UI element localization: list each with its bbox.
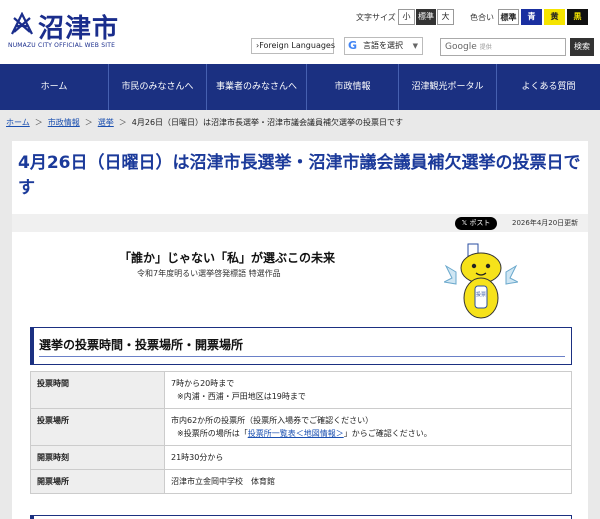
table-cell: 市内62か所の投票所（投票所入場券でご確認ください） ※投票所の場所は「投票所一覧… xyxy=(164,408,572,446)
polling-place-list-link[interactable]: 投票所一覧表＜地図情報＞ xyxy=(248,429,344,438)
breadcrumb-separator: ＞ xyxy=(84,118,93,127)
election-info-table: 投票時間 7時から20時まで ※内浦・西浦・戸田地区は19時まで 投票場所 市内6… xyxy=(30,371,572,494)
search-button[interactable]: 検索 xyxy=(570,38,594,56)
color-black-button[interactable]: 黒 xyxy=(567,9,588,25)
updated-date: 2026年4月20日更新 xyxy=(512,219,579,227)
chevron-down-icon: ▼ xyxy=(412,42,418,50)
color-blue-button[interactable]: 青 xyxy=(521,9,542,25)
search-input[interactable]: Google 提供 xyxy=(440,38,566,56)
city-emblem-icon xyxy=(11,12,33,35)
translate-label: 言語を選択 xyxy=(363,41,403,50)
table-header: 投票時間 xyxy=(30,371,165,409)
section-title: 選挙の投票時間・投票場所・開票場所 xyxy=(39,338,244,352)
foreign-languages-link[interactable]: ›Foreign Languages xyxy=(251,38,335,54)
search-brand: Google xyxy=(445,42,477,52)
breadcrumb-elections[interactable]: 選挙 xyxy=(98,118,114,127)
table-row: 投票時間 7時から20時まで ※内浦・西浦・戸田地区は19時まで xyxy=(30,371,572,409)
mascot-illustration: 投票 xyxy=(444,243,518,319)
table-cell-note: ※投票所の場所は「投票所一覧表＜地図情報＞」からご確認ください。 xyxy=(171,427,565,440)
breadcrumb-current: 4月26日（日曜日）は沼津市長選挙・沼津市議会議員補欠選挙の投票日です xyxy=(131,118,404,127)
site-logo[interactable]: 沼津市 NUMAZU CITY OFFICIAL WEB SITE xyxy=(6,6,136,54)
section-heading-box: 選挙の投票時間・投票場所・開票場所 xyxy=(30,327,572,365)
nav-item-city-info[interactable]: 市政情報 xyxy=(306,64,398,110)
table-row: 開票時刻 21時30分から xyxy=(30,445,572,470)
text-size-label: 文字サイズ xyxy=(356,13,396,22)
logo-text: 沼津市 xyxy=(38,14,120,44)
utility-bar: 文字サイズ 小 標準 大 色合い 標準 青 黄 黒 xyxy=(356,9,592,25)
table-cell-text: 7時から20時まで xyxy=(171,379,235,388)
global-nav: ホーム 市民のみなさんへ 事業者のみなさんへ 市政情報 沼津観光ポータル よくあ… xyxy=(0,64,600,110)
nav-item-home[interactable]: ホーム xyxy=(0,64,108,110)
table-header: 開票場所 xyxy=(30,469,165,494)
breadcrumb-home[interactable]: ホーム xyxy=(6,118,30,127)
table-row: 開票場所 沼津市立金岡中学校 体育館 xyxy=(30,469,572,494)
color-yellow-button[interactable]: 黄 xyxy=(544,9,565,25)
nav-item-businesses[interactable]: 事業者のみなさんへ xyxy=(206,64,306,110)
color-label: 色合い xyxy=(470,13,494,22)
next-section-heading-box xyxy=(30,515,572,519)
slogan: 「誰か」じゃない「私」が選ぶこの未来 xyxy=(119,251,336,265)
text-size-large-button[interactable]: 大 xyxy=(437,9,454,25)
section-underline xyxy=(39,356,565,357)
x-post-button[interactable]: 𝕏 ポスト xyxy=(455,217,497,230)
table-cell-text: 市内62か所の投票所（投票所入場券でご確認ください） xyxy=(171,416,374,425)
mascot-label: 投票 xyxy=(476,291,486,298)
text-size-standard-button[interactable]: 標準 xyxy=(416,9,436,25)
breadcrumb-separator: ＞ xyxy=(118,118,127,127)
page-title: 4月26日（日曜日）は沼津市長選挙・沼津市議会議員補欠選挙の投票日です xyxy=(18,153,581,198)
site-header: 沼津市 NUMAZU CITY OFFICIAL WEB SITE 文字サイズ … xyxy=(0,0,600,64)
nav-item-residents[interactable]: 市民のみなさんへ xyxy=(108,64,206,110)
table-cell: 沼津市立金岡中学校 体育館 xyxy=(164,469,572,494)
nav-item-tourism-portal[interactable]: 沼津観光ポータル xyxy=(398,64,496,110)
slogan-caption: 令和7年度明るい選挙啓発標語 特選作品 xyxy=(137,269,281,278)
logo-subtitle: NUMAZU CITY OFFICIAL WEB SITE xyxy=(8,42,116,49)
color-standard-button[interactable]: 標準 xyxy=(498,9,519,25)
main-content: 4月26日（日曜日）は沼津市長選挙・沼津市議会議員補欠選挙の投票日です 𝕏 ポス… xyxy=(12,141,588,519)
table-cell: 21時30分から xyxy=(164,445,572,470)
table-header: 開票時刻 xyxy=(30,445,165,470)
text-size-small-button[interactable]: 小 xyxy=(398,9,415,25)
google-icon: G xyxy=(348,39,358,52)
translate-select[interactable]: G 言語を選択 ▼ xyxy=(344,37,423,55)
note-prefix: ※投票所の場所は「 xyxy=(177,429,248,438)
article-meta-bar: 𝕏 ポスト 2026年4月20日更新 xyxy=(12,214,588,232)
page: 沼津市 NUMAZU CITY OFFICIAL WEB SITE 文字サイズ … xyxy=(0,0,600,519)
nav-item-faq[interactable]: よくある質問 xyxy=(496,64,600,110)
table-cell-note: ※内浦・西浦・戸田地区は19時まで xyxy=(177,392,306,401)
breadcrumb: ホーム ＞ 市政情報 ＞ 選挙 ＞ 4月26日（日曜日）は沼津市長選挙・沼津市議会議員補欠選… xyxy=(0,114,600,132)
note-suffix: 」からご確認ください。 xyxy=(343,429,432,438)
breadcrumb-city-info[interactable]: 市政情報 xyxy=(48,118,80,127)
search-by-label: 提供 xyxy=(479,44,492,51)
table-cell: 7時から20時まで ※内浦・西浦・戸田地区は19時まで xyxy=(164,371,572,409)
table-row: 投票場所 市内62か所の投票所（投票所入場券でご確認ください） ※投票所の場所は「… xyxy=(30,408,572,446)
breadcrumb-separator: ＞ xyxy=(34,118,43,127)
x-post-label: ポスト xyxy=(469,219,491,227)
table-header: 投票場所 xyxy=(30,408,165,446)
